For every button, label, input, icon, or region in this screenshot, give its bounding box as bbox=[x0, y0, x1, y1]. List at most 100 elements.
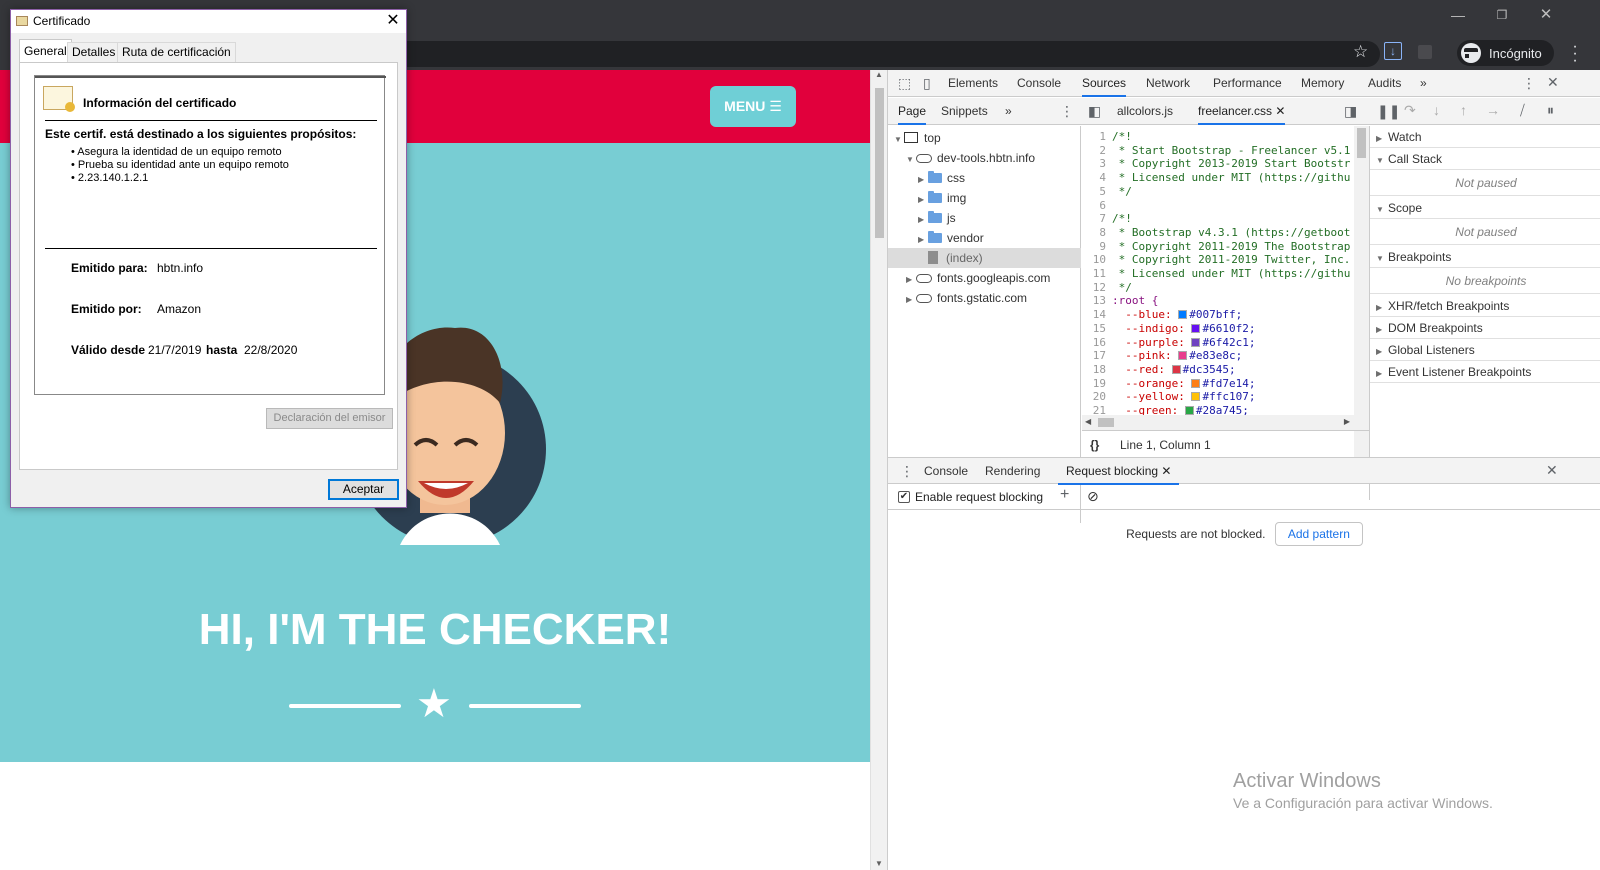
tab-sources[interactable]: Sources bbox=[1082, 70, 1127, 97]
line-number[interactable]: 7 bbox=[1082, 212, 1112, 226]
scroll-down-arrow-icon[interactable]: ▼ bbox=[875, 859, 883, 868]
color-swatch[interactable] bbox=[1171, 364, 1181, 374]
debugger-section-header[interactable]: ▶ DOM Breakpoints bbox=[1370, 317, 1600, 339]
line-number[interactable]: 8 bbox=[1082, 226, 1112, 240]
close-icon[interactable]: ✕ bbox=[381, 10, 405, 32]
tab-elements[interactable]: Elements bbox=[948, 70, 998, 97]
debugger-section-header[interactable]: ▶ Event Listener Breakpoints bbox=[1370, 361, 1600, 383]
drawer-menu-icon[interactable]: ⋮ bbox=[900, 463, 914, 480]
line-number[interactable]: 12 bbox=[1082, 281, 1112, 295]
line-number[interactable]: 19 bbox=[1082, 377, 1112, 391]
inspect-element-icon[interactable]: ⬚ bbox=[898, 75, 911, 92]
color-swatch[interactable] bbox=[1191, 378, 1201, 388]
download-icon[interactable]: ↓ bbox=[1384, 42, 1402, 60]
toggle-navigator-icon[interactable]: ◧ bbox=[1088, 103, 1101, 120]
bookmark-star-icon[interactable]: ☆ bbox=[1353, 42, 1368, 62]
file-tab-freelancer[interactable]: freelancer.css ✕ bbox=[1198, 98, 1286, 125]
deactivate-breakpoints-icon[interactable]: ⧸ bbox=[1520, 102, 1525, 119]
line-number[interactable]: 14 bbox=[1082, 308, 1112, 322]
extension-icon[interactable] bbox=[1418, 45, 1432, 59]
tab-performance[interactable]: Performance bbox=[1213, 70, 1282, 97]
line-number[interactable]: 18 bbox=[1082, 363, 1112, 377]
incognito-indicator[interactable]: Incógnito bbox=[1457, 40, 1554, 66]
remove-all-patterns-icon[interactable]: ⊘ bbox=[1087, 488, 1099, 505]
more-tabs-icon[interactable]: » bbox=[1420, 70, 1427, 97]
close-file-tab-icon[interactable]: ✕ bbox=[1275, 104, 1285, 118]
line-number[interactable]: 10 bbox=[1082, 253, 1112, 267]
close-devtools-icon[interactable]: ✕ bbox=[1547, 74, 1559, 91]
line-number[interactable]: 1 bbox=[1082, 130, 1112, 144]
page-scrollbar[interactable]: ▲ ▼ bbox=[870, 70, 887, 870]
close-drawer-icon[interactable]: ✕ bbox=[1546, 462, 1558, 479]
debugger-section-header[interactable]: ▼ Breakpoints bbox=[1370, 246, 1600, 268]
line-number[interactable]: 4 bbox=[1082, 171, 1112, 185]
add-pattern-icon[interactable]: + bbox=[1060, 486, 1069, 504]
tab-general[interactable]: General bbox=[19, 39, 72, 63]
tab-details[interactable]: Detalles bbox=[67, 42, 121, 63]
enable-request-blocking-checkbox[interactable]: ✔ bbox=[898, 491, 910, 503]
tree-item-js[interactable]: ▶ js bbox=[888, 208, 1081, 228]
tree-item-img[interactable]: ▶ img bbox=[888, 188, 1081, 208]
line-number[interactable]: 6 bbox=[1082, 199, 1112, 213]
restore-button[interactable]: ❐ bbox=[1480, 2, 1524, 28]
scroll-right-arrow-icon[interactable]: ▶ bbox=[1344, 417, 1350, 426]
pretty-print-icon[interactable]: {} bbox=[1090, 431, 1099, 459]
color-swatch[interactable] bbox=[1178, 351, 1188, 361]
tab-page[interactable]: Page bbox=[898, 98, 927, 125]
step-out-icon[interactable]: ↑ bbox=[1460, 102, 1467, 118]
drawer-tab-request-blocking[interactable]: Request blocking ✕ bbox=[1058, 458, 1180, 485]
tab-certification-path[interactable]: Ruta de certificación bbox=[117, 42, 236, 63]
site-menu-button[interactable]: MENU ☰ bbox=[710, 86, 796, 127]
address-bar[interactable] bbox=[390, 41, 1380, 67]
ok-button[interactable]: Aceptar bbox=[328, 479, 399, 500]
issuer-statement-button[interactable]: Declaración del emisor bbox=[266, 408, 393, 429]
line-number[interactable]: 3 bbox=[1082, 157, 1112, 171]
tree-item-css[interactable]: ▶ css bbox=[888, 168, 1081, 188]
editor-vertical-scrollbar[interactable]: ▼ bbox=[1354, 126, 1369, 474]
tree-item-googleapis[interactable]: ▶ fonts.googleapis.com bbox=[888, 268, 1081, 288]
debugger-section-header[interactable]: ▼ Call Stack bbox=[1370, 148, 1600, 170]
add-pattern-button[interactable]: Add pattern bbox=[1274, 522, 1363, 546]
drawer-tab-console[interactable]: Console bbox=[924, 458, 968, 485]
file-tab-allcolors[interactable]: allcolors.js bbox=[1117, 98, 1173, 125]
navigator-more-icon[interactable]: » bbox=[1005, 98, 1012, 125]
close-window-button[interactable]: ✕ bbox=[1524, 2, 1568, 28]
line-number[interactable]: 2 bbox=[1082, 144, 1112, 158]
tree-item-index[interactable]: (index) bbox=[888, 248, 1081, 268]
line-number[interactable]: 9 bbox=[1082, 240, 1112, 254]
step-icon[interactable]: → bbox=[1486, 102, 1500, 118]
drawer-tab-rendering[interactable]: Rendering bbox=[985, 458, 1040, 485]
step-into-icon[interactable]: ↓ bbox=[1433, 102, 1440, 118]
minimize-button[interactable]: — bbox=[1436, 2, 1480, 28]
pause-on-exceptions-icon[interactable]: ⏸ bbox=[1547, 102, 1554, 119]
debugger-section-header[interactable]: ▶ XHR/fetch Breakpoints bbox=[1370, 295, 1600, 317]
scroll-left-arrow-icon[interactable]: ◀ bbox=[1085, 417, 1091, 426]
tab-memory[interactable]: Memory bbox=[1301, 70, 1344, 97]
navigator-menu-icon[interactable]: ⋮ bbox=[1060, 103, 1074, 120]
line-number[interactable]: 13 bbox=[1082, 294, 1112, 308]
debugger-section-header[interactable]: ▼ Scope bbox=[1370, 197, 1600, 219]
tree-item-vendor[interactable]: ▶ vendor bbox=[888, 228, 1081, 248]
tab-snippets[interactable]: Snippets bbox=[941, 98, 988, 125]
tree-item-gstatic[interactable]: ▶ fonts.gstatic.com bbox=[888, 288, 1081, 308]
page-scrollbar-thumb[interactable] bbox=[875, 88, 884, 238]
line-number[interactable]: 15 bbox=[1082, 322, 1112, 336]
editor-hscroll-thumb[interactable] bbox=[1098, 418, 1114, 427]
tab-network[interactable]: Network bbox=[1146, 70, 1190, 97]
tree-item-origin[interactable]: ▼ dev-tools.hbtn.info bbox=[888, 148, 1081, 168]
line-number[interactable]: 11 bbox=[1082, 267, 1112, 281]
editor-scroll-thumb[interactable] bbox=[1357, 128, 1366, 158]
color-swatch[interactable] bbox=[1191, 337, 1201, 347]
color-swatch[interactable] bbox=[1191, 323, 1201, 333]
color-swatch[interactable] bbox=[1191, 392, 1201, 402]
debugger-section-header[interactable]: ▶ Watch bbox=[1370, 126, 1600, 148]
devtools-menu-icon[interactable]: ⋮ bbox=[1522, 75, 1536, 92]
debugger-section-header[interactable]: ▶ Global Listeners bbox=[1370, 339, 1600, 361]
editor-horizontal-scrollbar[interactable]: ◀ ▶ bbox=[1082, 415, 1354, 430]
close-drawer-tab-icon[interactable]: ✕ bbox=[1161, 464, 1171, 478]
step-over-icon[interactable]: ↷ bbox=[1404, 102, 1416, 119]
line-number[interactable]: 17 bbox=[1082, 349, 1112, 363]
toggle-debugger-icon[interactable]: ◨ bbox=[1344, 103, 1357, 120]
color-swatch[interactable] bbox=[1178, 310, 1188, 320]
tab-audits[interactable]: Audits bbox=[1368, 70, 1401, 97]
